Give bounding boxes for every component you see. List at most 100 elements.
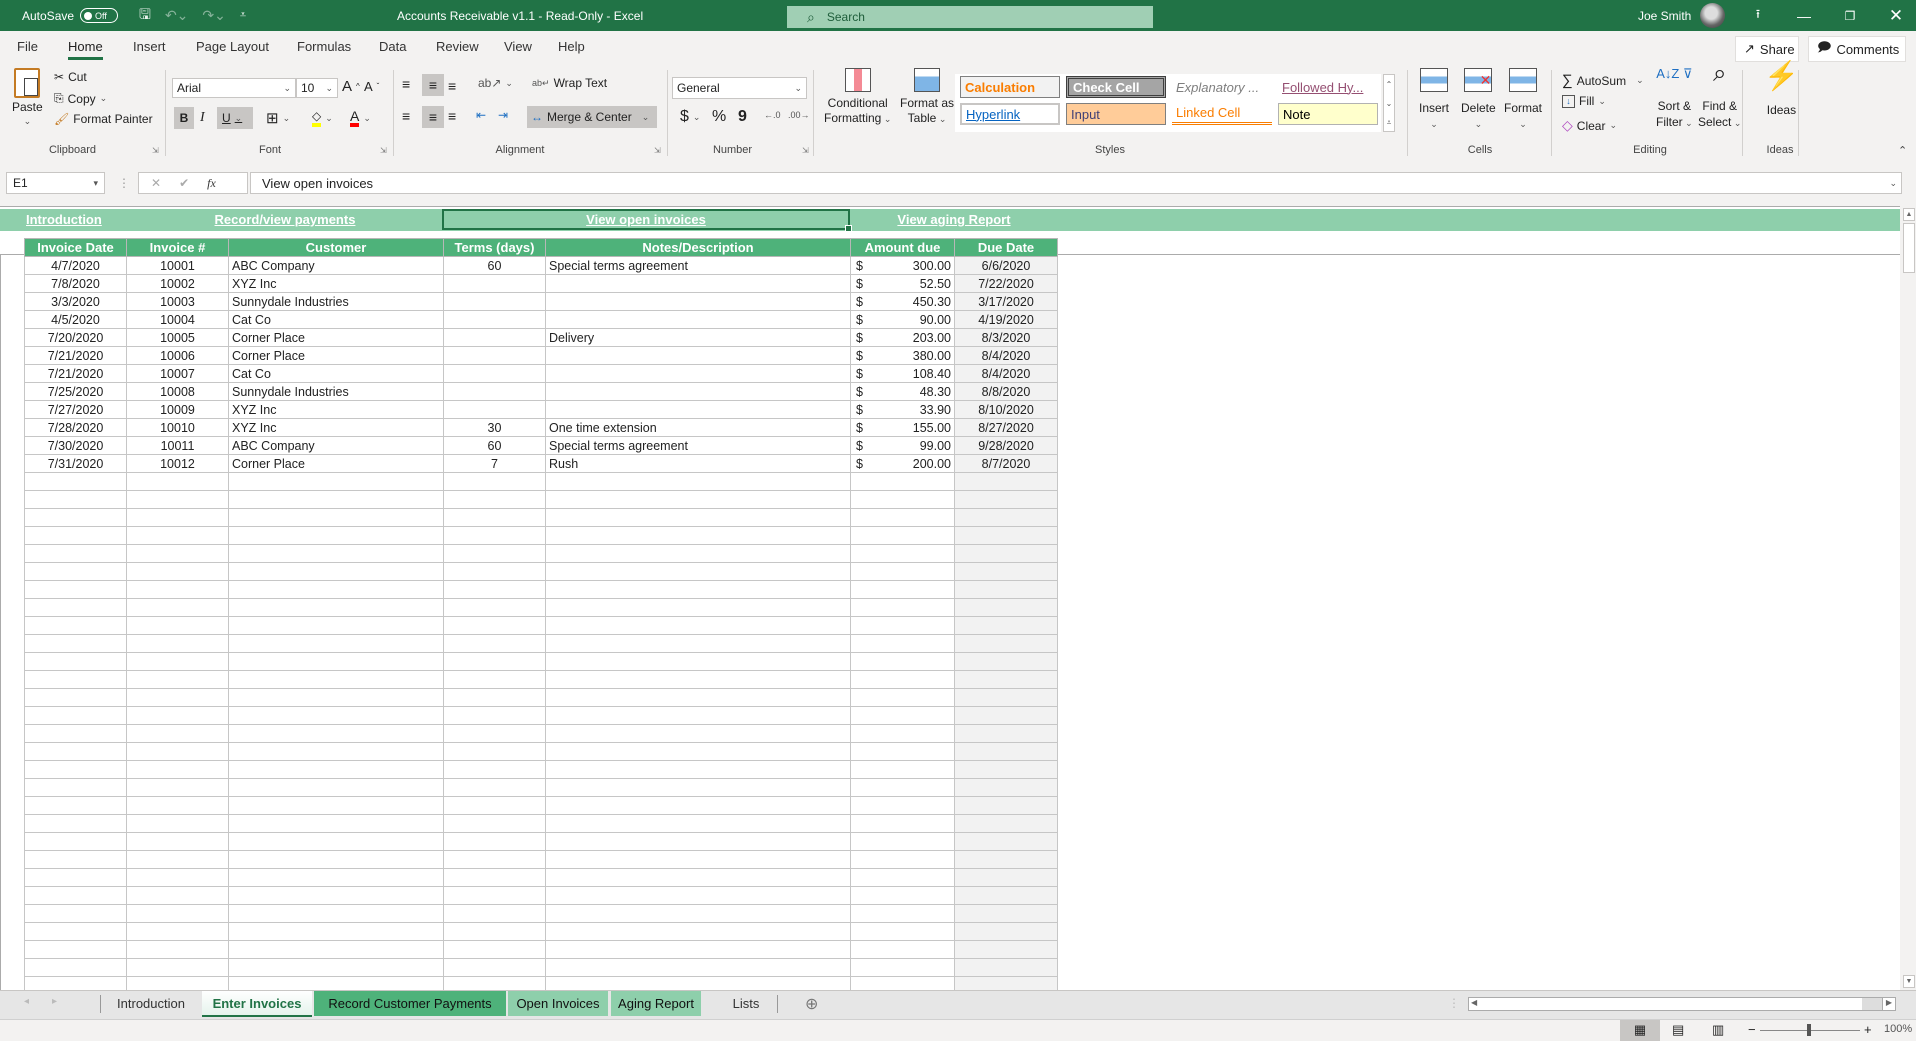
currency-button[interactable]: $ ⌄ [680,108,700,126]
empty-cell[interactable] [228,796,444,815]
empty-cell[interactable] [443,670,546,689]
align-left-icon[interactable]: ≡ [402,108,410,124]
amount-due-cell[interactable]: $52.50 [850,274,955,293]
empty-cell[interactable] [545,724,851,743]
sheet-tab-open-invoices[interactable]: Open Invoices [508,991,608,1016]
empty-cell[interactable] [545,688,851,707]
empty-cell[interactable] [126,904,229,923]
scroll-up-icon[interactable]: ▲ [1903,208,1915,221]
style-input[interactable]: Input [1066,103,1166,125]
empty-cell[interactable] [443,490,546,509]
empty-cell[interactable] [850,796,955,815]
notes-cell[interactable]: Delivery [545,328,851,347]
sheet-tab-introduction[interactable]: Introduction [101,991,201,1016]
empty-cell[interactable] [126,706,229,725]
borders-button[interactable]: ⊞ ⌄ [266,107,290,129]
invoice-date-cell[interactable]: 7/21/2020 [24,346,127,365]
sheet-tab-enter-invoices[interactable]: Enter Invoices [202,991,312,1017]
empty-cell[interactable] [126,508,229,527]
empty-cell[interactable] [545,652,851,671]
empty-cell[interactable] [443,742,546,761]
delete-cells-button[interactable]: ✕ Delete ⌄ [1461,68,1496,132]
terms-cell[interactable] [443,364,546,383]
restore-icon[interactable]: ❐ [1827,0,1873,31]
tab-data[interactable]: Data [379,39,406,54]
empty-cell[interactable] [954,832,1058,851]
empty-cell[interactable] [954,814,1058,833]
link-view-aging-report[interactable]: View aging Report [850,209,1058,231]
empty-cell[interactable] [228,670,444,689]
invoice-number-cell[interactable]: 10007 [126,364,229,383]
empty-cell[interactable] [954,616,1058,635]
customer-cell[interactable]: XYZ Inc [228,418,444,437]
due-date-cell[interactable]: 4/19/2020 [954,310,1058,329]
terms-cell[interactable] [443,328,546,347]
comma-button[interactable]: 9 [738,108,747,126]
empty-cell[interactable] [228,868,444,887]
empty-cell[interactable] [228,580,444,599]
merge-center-button[interactable]: ↔ Merge & Center ⌄ [527,106,657,128]
empty-cell[interactable] [443,724,546,743]
empty-cell[interactable] [850,742,955,761]
empty-cell[interactable] [545,616,851,635]
empty-cell[interactable] [850,706,955,725]
empty-cell[interactable] [850,958,955,977]
empty-cell[interactable] [954,796,1058,815]
empty-cell[interactable] [545,814,851,833]
invoice-number-cell[interactable]: 10002 [126,274,229,293]
empty-cell[interactable] [228,760,444,779]
invoice-date-cell[interactable]: 4/5/2020 [24,310,127,329]
tab-home[interactable]: Home [68,39,103,60]
empty-cell[interactable] [545,778,851,797]
empty-cell[interactable] [24,796,127,815]
empty-cell[interactable] [24,706,127,725]
amount-due-cell[interactable]: $200.00 [850,454,955,473]
empty-cell[interactable] [954,976,1058,990]
empty-cell[interactable] [228,616,444,635]
empty-cell[interactable] [126,868,229,887]
amount-due-cell[interactable]: $380.00 [850,346,955,365]
empty-cell[interactable] [126,886,229,905]
empty-cell[interactable] [228,544,444,563]
invoice-number-cell[interactable]: 10003 [126,292,229,311]
sheet-tab-record-customer-payments[interactable]: Record Customer Payments [314,991,506,1016]
bold-button[interactable]: B [174,107,194,129]
invoice-number-cell[interactable]: 10004 [126,310,229,329]
empty-cell[interactable] [443,652,546,671]
invoice-number-cell[interactable]: 10010 [126,418,229,437]
format-as-table-button[interactable]: Format as Table ⌄ [900,68,954,127]
empty-cell[interactable] [126,832,229,851]
due-date-cell[interactable]: 8/8/2020 [954,382,1058,401]
empty-cell[interactable] [24,850,127,869]
empty-cell[interactable] [24,598,127,617]
empty-cell[interactable] [545,796,851,815]
customer-cell[interactable]: ABC Company [228,436,444,455]
empty-cell[interactable] [228,742,444,761]
top-align-icon[interactable]: ≡ [402,76,410,92]
middle-align-icon[interactable]: ≡ [422,74,444,96]
empty-cell[interactable] [126,490,229,509]
notes-cell[interactable]: Special terms agreement [545,436,851,455]
empty-cell[interactable] [545,868,851,887]
close-icon[interactable]: ✕ [1873,0,1916,31]
empty-cell[interactable] [850,634,955,653]
empty-cell[interactable] [24,868,127,887]
terms-cell[interactable] [443,292,546,311]
fill-button[interactable]: ↓ Fill ⌄ [1562,94,1606,108]
empty-cell[interactable] [24,526,127,545]
next-sheet-icon[interactable]: ▸ [52,996,57,1007]
search-box[interactable]: ⌕ Search [787,6,1153,28]
empty-cell[interactable] [228,904,444,923]
invoice-number-cell[interactable]: 10012 [126,454,229,473]
invoice-number-cell[interactable]: 10006 [126,346,229,365]
empty-cell[interactable] [228,526,444,545]
comments-button[interactable]: 🗩 Comments [1808,36,1906,62]
empty-cell[interactable] [850,508,955,527]
empty-cell[interactable] [228,634,444,653]
empty-cell[interactable] [443,688,546,707]
empty-cell[interactable] [126,796,229,815]
empty-cell[interactable] [954,634,1058,653]
due-date-cell[interactable]: 8/7/2020 [954,454,1058,473]
empty-cell[interactable] [850,904,955,923]
style-note[interactable]: Note [1278,103,1378,125]
